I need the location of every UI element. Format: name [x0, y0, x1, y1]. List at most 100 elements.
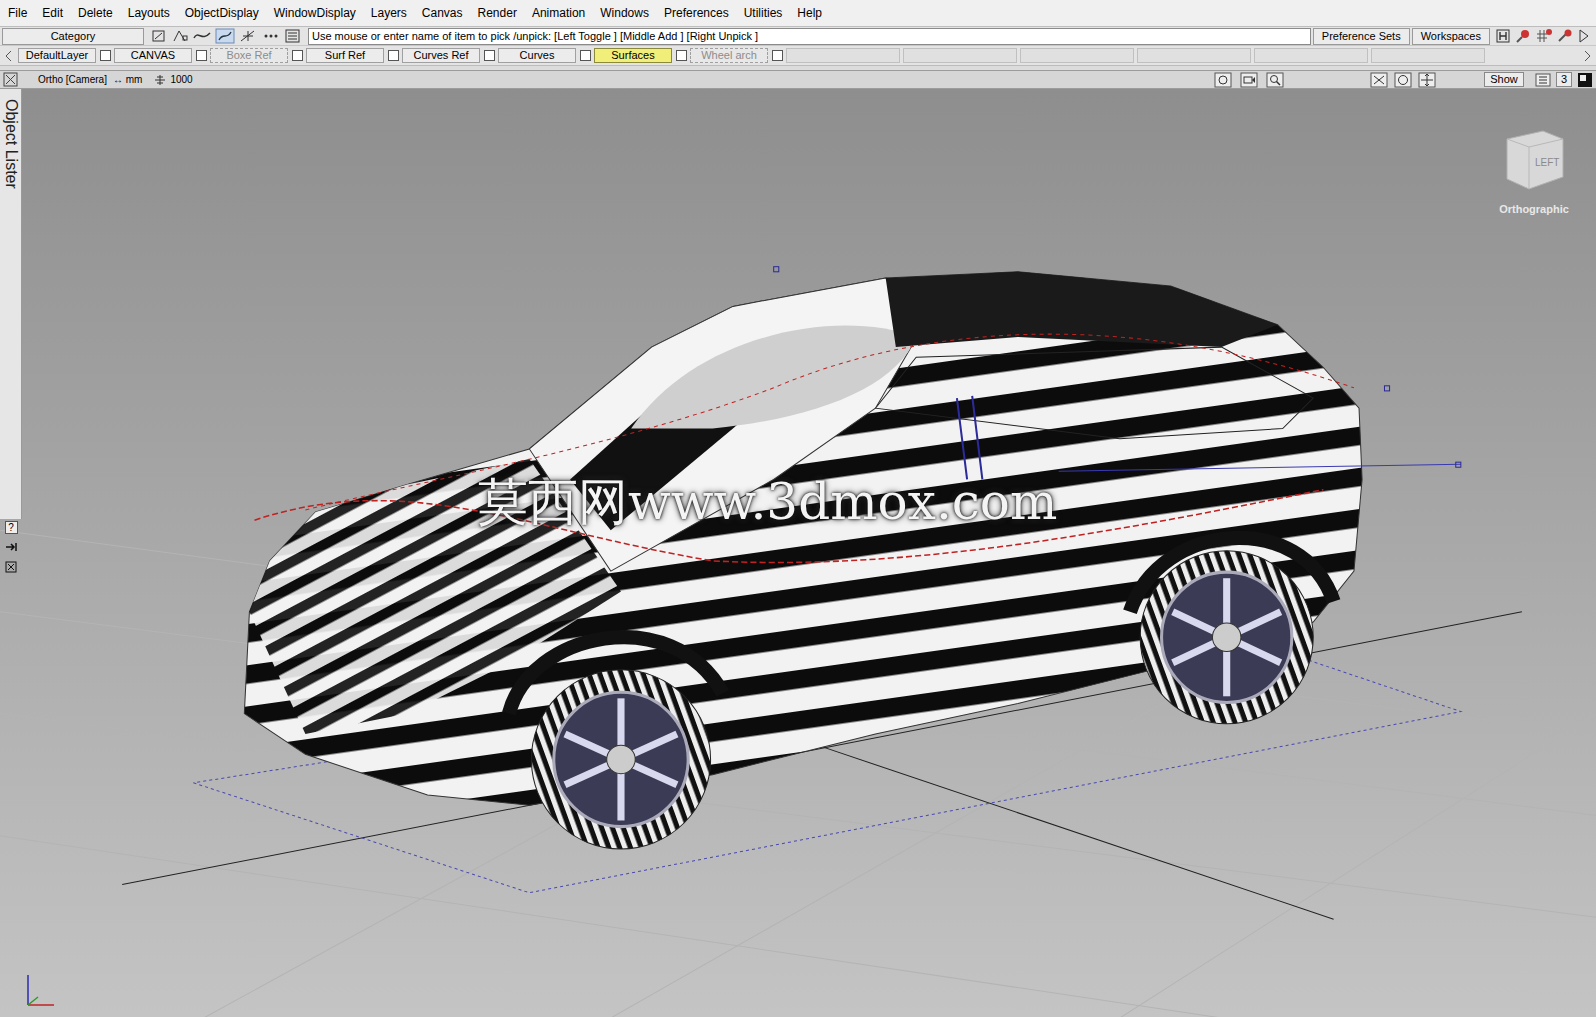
menu-item[interactable]: Delete	[78, 4, 113, 22]
pick-cv-icon[interactable]	[238, 28, 258, 44]
menu-item[interactable]: WindowDisplay	[274, 4, 356, 22]
pan-icon[interactable]	[1418, 72, 1436, 88]
car-model[interactable]	[0, 89, 1596, 1017]
prompt-line[interactable]: Use mouse or enter name of item to pick …	[308, 28, 1311, 45]
layer-item: Surfaces	[594, 48, 687, 63]
camera-icon[interactable]	[1214, 72, 1232, 88]
layer-visibility-checkbox[interactable]	[676, 50, 687, 61]
grid-size: 1000	[170, 72, 192, 87]
expand-icon[interactable]	[1577, 28, 1591, 44]
empty-layer-slot	[786, 48, 900, 63]
axis-icon	[16, 969, 60, 1013]
menu-item[interactable]: Render	[478, 4, 517, 22]
zoom-icon[interactable]	[1266, 72, 1284, 88]
orbit-icon[interactable]	[1394, 72, 1412, 88]
pick-more-icon[interactable]	[261, 28, 281, 44]
show-button[interactable]: Show	[1484, 72, 1524, 87]
toolbar-button[interactable]: Preference Sets	[1313, 28, 1410, 45]
pick-surface-icon[interactable]	[215, 28, 235, 44]
layer-item: Wheel arch	[690, 48, 783, 63]
prompt-history-icon[interactable]	[284, 28, 302, 44]
object-lister-tab[interactable]: Object Lister	[0, 89, 22, 519]
layer-item: Curves Ref	[402, 48, 495, 63]
tumble-icon[interactable]	[1370, 72, 1388, 88]
layer-item: DefaultLayer	[18, 48, 111, 63]
view-tools	[1370, 72, 1436, 88]
close-window-icon[interactable]	[2, 71, 20, 89]
scroll-right-icon[interactable]	[1578, 47, 1596, 65]
layout-count[interactable]: 3	[1556, 72, 1572, 87]
layout-icon[interactable]	[1495, 28, 1511, 44]
menu-item[interactable]: File	[8, 4, 27, 22]
toolbar: Category Use mouse or enter name of item…	[0, 26, 1596, 45]
layer-button[interactable]: DefaultLayer	[18, 48, 96, 63]
help-button[interactable]: ?	[5, 521, 18, 534]
maximize-icon[interactable]	[1576, 71, 1594, 89]
grid-snap-icon	[152, 73, 168, 87]
menu-item[interactable]: Preferences	[664, 4, 729, 22]
pick-component-icon[interactable]	[171, 28, 189, 44]
paint-pin-icon[interactable]	[1556, 28, 1574, 44]
panel-icon[interactable]	[1534, 72, 1552, 88]
layer-button[interactable]: CANVAS	[114, 48, 192, 63]
layer-visibility-checkbox[interactable]	[388, 50, 399, 61]
menu-bar: File Edit Delete Layouts ObjectDisplay Window…	[0, 0, 1596, 26]
layer-visibility-checkbox[interactable]	[484, 50, 495, 61]
grid-pin-icon[interactable]	[1535, 28, 1553, 44]
layer-button[interactable]: Surfaces	[594, 48, 672, 63]
layer-button[interactable]: Surf Ref	[306, 48, 384, 63]
layer-button[interactable]: Wheel arch	[690, 48, 768, 63]
layer-button[interactable]: Curves Ref	[402, 48, 480, 63]
viewport[interactable]: Object Lister ? LEFT Orthographic 莫西网www…	[0, 89, 1596, 1017]
watermark: 莫西网www.3dmox.com	[478, 475, 1057, 530]
record-icon[interactable]	[1240, 72, 1258, 88]
view-label: Orthographic	[1499, 201, 1569, 218]
empty-layer-slot	[1020, 48, 1134, 63]
scroll-left-icon[interactable]	[0, 47, 18, 65]
toolbar-icons	[146, 28, 306, 44]
toolbar-buttons: Preference SetsWorkspaces	[1313, 28, 1490, 45]
side-tools: ?	[4, 521, 18, 574]
layer-visibility-checkbox[interactable]	[292, 50, 303, 61]
tool-pin-icon[interactable]	[1514, 28, 1532, 44]
layer-item: Curves	[498, 48, 591, 63]
viewport-units: ↔ mm	[113, 72, 142, 87]
empty-layer-slot	[1254, 48, 1368, 63]
layer-visibility-checkbox[interactable]	[772, 50, 783, 61]
close-panel-icon[interactable]	[4, 560, 18, 574]
menu-item[interactable]: Layouts	[128, 4, 170, 22]
layer-visibility-checkbox[interactable]	[580, 50, 591, 61]
menu-item[interactable]: Windows	[600, 4, 649, 22]
empty-layer-slot	[1137, 48, 1251, 63]
pick-object-icon[interactable]	[150, 28, 168, 44]
view-cube[interactable]: LEFT Orthographic	[1496, 125, 1572, 225]
toolbar-button[interactable]: Workspaces	[1412, 28, 1490, 45]
empty-layer-slot	[1371, 48, 1485, 63]
layer-button[interactable]: Boxe Ref	[210, 48, 288, 63]
menu-item[interactable]: ObjectDisplay	[185, 4, 259, 22]
layer-list: DefaultLayer CANVAS Boxe Ref Surf Ref Curves…	[18, 48, 1578, 63]
empty-layer-slot	[903, 48, 1017, 63]
viewport-titlebar: Ortho [Camera] ↔ mm 1000 Show 3	[0, 70, 1596, 89]
layer-visibility-checkbox[interactable]	[196, 50, 207, 61]
layer-button[interactable]: Curves	[498, 48, 576, 63]
menu-item[interactable]: Animation	[532, 4, 585, 22]
menu-item[interactable]: Layers	[371, 4, 407, 22]
menu-item[interactable]: Help	[797, 4, 822, 22]
pick-curve-icon[interactable]	[192, 28, 212, 44]
layer-item: Surf Ref	[306, 48, 399, 63]
layer-item: Boxe Ref	[210, 48, 303, 63]
camera-tools	[1214, 72, 1284, 88]
layer-item: CANVAS	[114, 48, 207, 63]
layer-bar: DefaultLayer CANVAS Boxe Ref Surf Ref Curves…	[0, 45, 1596, 65]
view-cube-face[interactable]: LEFT	[1535, 155, 1559, 170]
menu-item[interactable]: Edit	[42, 4, 63, 22]
menu-item[interactable]: Utilities	[744, 4, 783, 22]
dock-arrow-icon[interactable]	[4, 540, 18, 554]
viewport-title: Ortho [Camera]	[38, 72, 107, 87]
object-lister-label: Object Lister	[0, 99, 23, 519]
layer-visibility-checkbox[interactable]	[100, 50, 111, 61]
window-icons	[1492, 28, 1594, 44]
menu-item[interactable]: Canvas	[422, 4, 463, 22]
category-dropdown[interactable]: Category	[2, 28, 144, 45]
